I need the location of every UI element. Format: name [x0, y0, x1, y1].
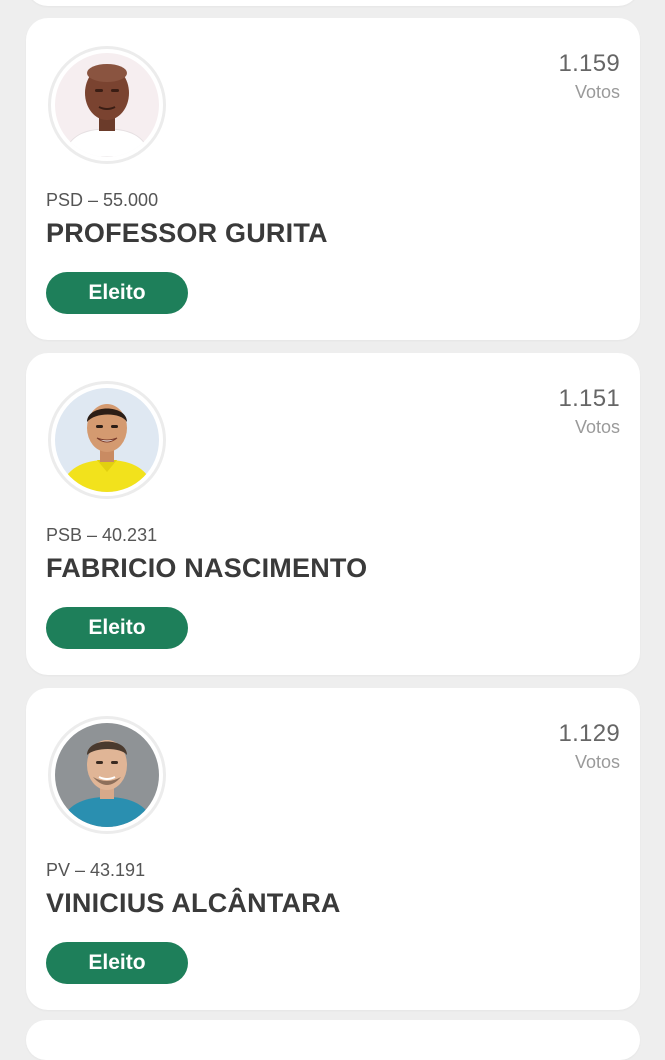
- party-and-number: PSD – 55.000: [46, 190, 159, 210]
- candidate-photo-frame: [48, 716, 166, 834]
- votes-count: 1.159: [558, 50, 620, 77]
- candidate-name: PROFESSOR GURITA: [46, 218, 328, 248]
- votes-count: 1.151: [558, 385, 620, 412]
- party-and-number: PSB – 40.231: [46, 525, 158, 545]
- votes-count: 1.129: [558, 720, 620, 747]
- votes-label: Votos: [574, 752, 620, 772]
- votes-label: Votos: [574, 82, 620, 102]
- candidate-card-partial-top: [26, 0, 640, 6]
- candidate-photo-frame: [48, 381, 166, 499]
- candidate-card[interactable]: 1.129 Votos PV – 43.191 VINICIUS ALCÂNTA…: [26, 688, 640, 1010]
- elected-status-badge: Eleito: [46, 272, 188, 314]
- candidate-photo-icon: [55, 723, 159, 827]
- candidate-name: FABRICIO NASCIMENTO: [46, 553, 368, 583]
- party-and-number: PV – 43.191: [46, 860, 146, 880]
- candidate-card[interactable]: 1.151 Votos PSB – 40.231 FABRICIO NASCIM…: [26, 353, 640, 675]
- candidate-photo-icon: [55, 388, 159, 492]
- candidate-card[interactable]: 1.159 Votos PSD – 55.000 PROFESSOR GURIT…: [26, 18, 640, 340]
- elected-status-badge: Eleito: [46, 942, 188, 984]
- candidate-photo-frame: [48, 46, 166, 164]
- elected-status-badge: Eleito: [46, 607, 188, 649]
- candidate-card-partial-bottom: [26, 1020, 640, 1060]
- candidate-photo-icon: [55, 53, 159, 157]
- votes-label: Votos: [574, 417, 620, 437]
- candidate-name: VINICIUS ALCÂNTARA: [46, 888, 341, 918]
